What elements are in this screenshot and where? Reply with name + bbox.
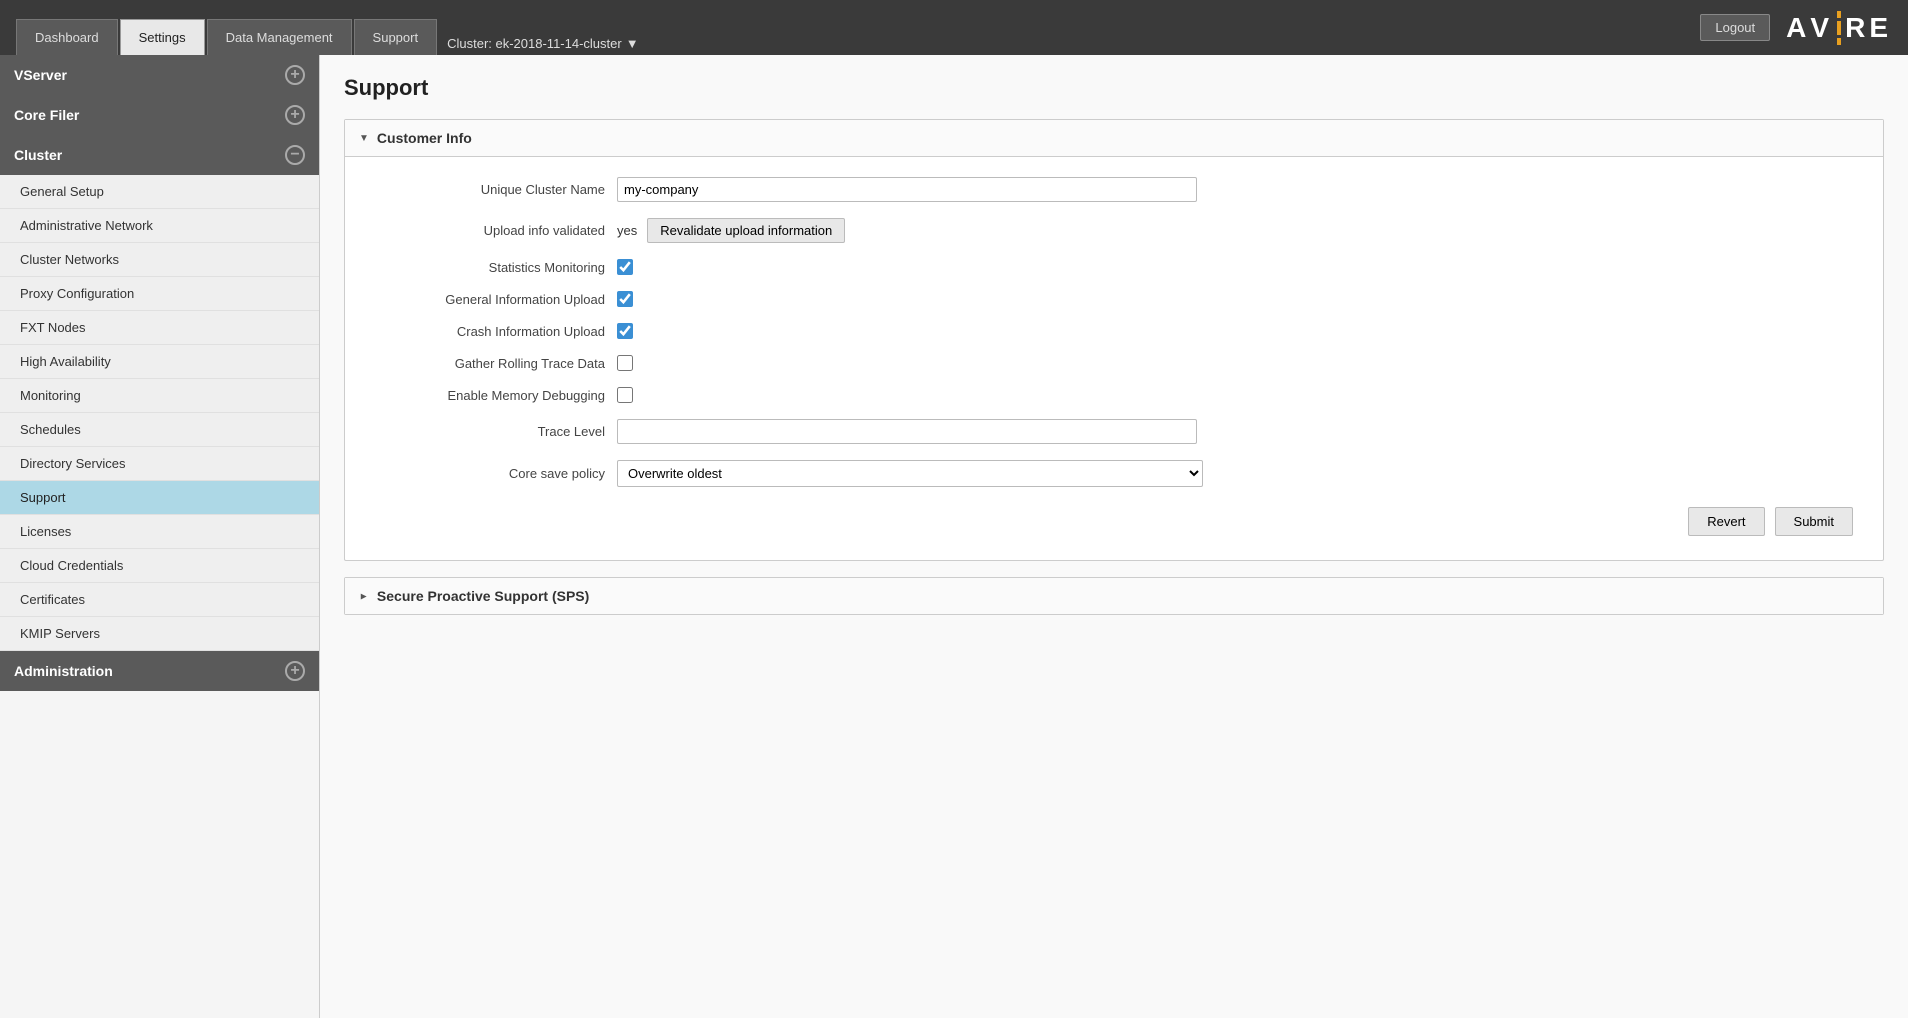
gather-rolling-trace-label: Gather Rolling Trace Data	[375, 356, 605, 371]
upload-info-row: Upload info validated yes Revalidate upl…	[375, 218, 1853, 243]
sidebar-item-cloud-credentials[interactable]: Cloud Credentials	[0, 549, 319, 583]
cluster-selector[interactable]: Cluster: ek-2018-11-14-cluster ▼	[439, 32, 647, 55]
gather-rolling-trace-checkbox[interactable]	[617, 355, 633, 371]
logout-button[interactable]: Logout	[1700, 14, 1770, 41]
unique-cluster-name-label: Unique Cluster Name	[375, 182, 605, 197]
gather-rolling-trace-row: Gather Rolling Trace Data	[375, 355, 1853, 371]
sidebar-item-proxy-configuration[interactable]: Proxy Configuration	[0, 277, 319, 311]
cluster-items: General Setup Administrative Network Clu…	[0, 175, 319, 651]
topbar-right: Logout A V R E	[1700, 11, 1892, 45]
sidebar-item-cluster-networks[interactable]: Cluster Networks	[0, 243, 319, 277]
topbar: Dashboard Settings Data Management Suppo…	[0, 0, 1908, 55]
sps-header[interactable]: ▼ Secure Proactive Support (SPS)	[345, 578, 1883, 614]
main-layout: VServer + Core Filer + Cluster − General…	[0, 55, 1908, 1018]
sidebar-item-licenses[interactable]: Licenses	[0, 515, 319, 549]
tab-support[interactable]: Support	[354, 19, 438, 55]
sidebar-item-fxt-nodes[interactable]: FXT Nodes	[0, 311, 319, 345]
sidebar-item-schedules[interactable]: Schedules	[0, 413, 319, 447]
sps-triangle: ▼	[358, 591, 369, 601]
unique-cluster-name-input[interactable]	[617, 177, 1197, 202]
enable-memory-debugging-checkbox[interactable]	[617, 387, 633, 403]
upload-info-label: Upload info validated	[375, 223, 605, 238]
vserver-label: VServer	[14, 67, 67, 83]
cluster-minus-icon[interactable]: −	[285, 145, 305, 165]
core-save-policy-row: Core save policy Overwrite oldest Keep n…	[375, 460, 1853, 487]
tab-data-management[interactable]: Data Management	[207, 19, 352, 55]
crash-info-upload-label: Crash Information Upload	[375, 324, 605, 339]
general-info-upload-checkbox[interactable]	[617, 291, 633, 307]
logo-accent-bar	[1837, 11, 1841, 45]
core-filer-add-icon[interactable]: +	[285, 105, 305, 125]
general-info-upload-row: General Information Upload	[375, 291, 1853, 307]
sidebar-item-directory-services[interactable]: Directory Services	[0, 447, 319, 481]
sidebar-item-administrative-network[interactable]: Administrative Network	[0, 209, 319, 243]
upload-validated-value: yes	[617, 223, 637, 238]
page-title: Support	[344, 75, 1884, 101]
trace-level-row: Trace Level	[375, 419, 1853, 444]
sidebar-section-vserver[interactable]: VServer +	[0, 55, 319, 95]
enable-memory-debugging-label: Enable Memory Debugging	[375, 388, 605, 403]
sidebar-item-support[interactable]: Support	[0, 481, 319, 515]
avere-logo: A V R E	[1786, 11, 1892, 45]
customer-info-header[interactable]: ▼ Customer Info	[345, 120, 1883, 157]
cluster-label: Cluster	[14, 147, 62, 163]
statistics-monitoring-label: Statistics Monitoring	[375, 260, 605, 275]
statistics-monitoring-row: Statistics Monitoring	[375, 259, 1853, 275]
tab-dashboard[interactable]: Dashboard	[16, 19, 118, 55]
sidebar: VServer + Core Filer + Cluster − General…	[0, 55, 320, 1018]
sidebar-section-core-filer[interactable]: Core Filer +	[0, 95, 319, 135]
enable-memory-debugging-row: Enable Memory Debugging	[375, 387, 1853, 403]
sidebar-item-general-setup[interactable]: General Setup	[0, 175, 319, 209]
upload-validated-group: yes Revalidate upload information	[617, 218, 845, 243]
sps-panel: ▼ Secure Proactive Support (SPS)	[344, 577, 1884, 615]
administration-label: Administration	[14, 663, 113, 679]
nav-tabs: Dashboard Settings Data Management Suppo…	[16, 0, 647, 55]
sidebar-item-kmip-servers[interactable]: KMIP Servers	[0, 617, 319, 651]
content-area: Support ▼ Customer Info Unique Cluster N…	[320, 55, 1908, 1018]
revalidate-button[interactable]: Revalidate upload information	[647, 218, 845, 243]
trace-level-input[interactable]	[617, 419, 1197, 444]
crash-info-upload-row: Crash Information Upload	[375, 323, 1853, 339]
revert-button[interactable]: Revert	[1688, 507, 1764, 536]
statistics-monitoring-checkbox[interactable]	[617, 259, 633, 275]
form-actions: Revert Submit	[375, 507, 1853, 536]
core-save-policy-select[interactable]: Overwrite oldest Keep newest Disabled	[617, 460, 1203, 487]
sidebar-item-high-availability[interactable]: High Availability	[0, 345, 319, 379]
sidebar-section-administration[interactable]: Administration +	[0, 651, 319, 691]
administration-add-icon[interactable]: +	[285, 661, 305, 681]
submit-button[interactable]: Submit	[1775, 507, 1853, 536]
core-save-policy-label: Core save policy	[375, 466, 605, 481]
unique-cluster-name-row: Unique Cluster Name	[375, 177, 1853, 202]
crash-info-upload-checkbox[interactable]	[617, 323, 633, 339]
vserver-add-icon[interactable]: +	[285, 65, 305, 85]
sps-title: Secure Proactive Support (SPS)	[377, 588, 589, 604]
core-filer-label: Core Filer	[14, 107, 79, 123]
customer-info-panel: ▼ Customer Info Unique Cluster Name Uplo…	[344, 119, 1884, 561]
sidebar-section-cluster[interactable]: Cluster −	[0, 135, 319, 175]
customer-info-title: Customer Info	[377, 130, 472, 146]
sidebar-item-certificates[interactable]: Certificates	[0, 583, 319, 617]
customer-info-body: Unique Cluster Name Upload info validate…	[345, 157, 1883, 560]
trace-level-label: Trace Level	[375, 424, 605, 439]
customer-info-triangle: ▼	[359, 133, 369, 144]
sidebar-item-monitoring[interactable]: Monitoring	[0, 379, 319, 413]
tab-settings[interactable]: Settings	[120, 19, 205, 55]
general-info-upload-label: General Information Upload	[375, 292, 605, 307]
